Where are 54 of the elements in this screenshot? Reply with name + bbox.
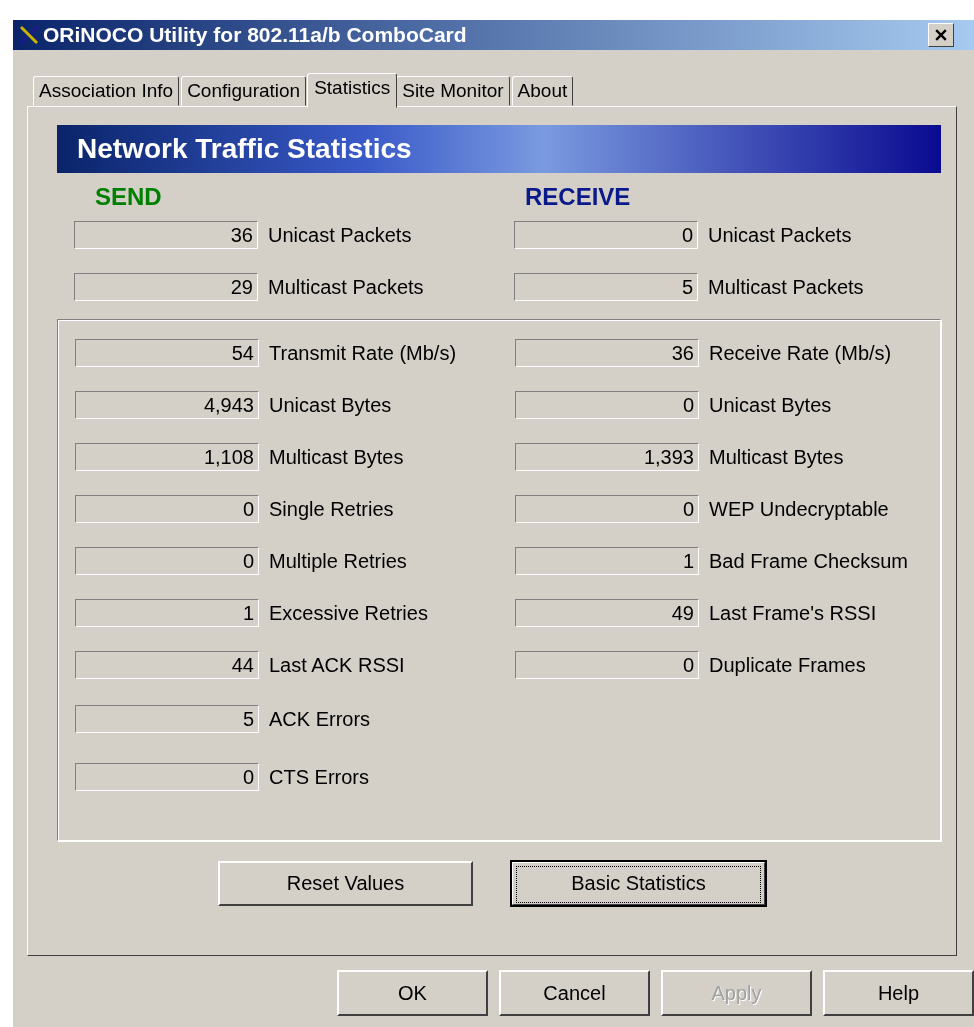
field-label: Multicast Bytes (709, 445, 844, 469)
field-label: Multicast Packets (268, 275, 424, 299)
field-label: Bad Frame Checksum (709, 549, 908, 573)
field-label: Excessive Retries (269, 601, 428, 625)
field-label: Transmit Rate (Mb/s) (269, 341, 457, 365)
tab[interactable]: Configuration (181, 76, 307, 106)
value-field: 0 (75, 763, 259, 791)
field-label: Unicast Packets (268, 223, 412, 247)
value-field: 1 (75, 599, 259, 627)
value-field: 4,943 (75, 391, 259, 419)
field-label: Unicast Bytes (269, 393, 392, 417)
value-field: 54 (75, 339, 259, 367)
value-field: 1,108 (75, 443, 259, 471)
value-field: 44 (75, 651, 259, 679)
tab[interactable]: About (511, 76, 574, 106)
field-label: Single Retries (269, 497, 394, 521)
field-label: Last ACK RSSI (269, 653, 405, 677)
dialog-button[interactable]: Cancel (499, 970, 650, 1016)
value-field: 0 (514, 221, 698, 249)
field-label: Receive Rate (Mb/s) (709, 341, 892, 365)
value-field: 0 (515, 651, 699, 679)
value-field: 49 (515, 599, 699, 627)
value-field: 36 (515, 339, 699, 367)
value-field: 1 (515, 547, 699, 575)
dialog-button[interactable]: Help (823, 970, 974, 1016)
value-field: 0 (515, 495, 699, 523)
tab[interactable]: Site Monitor (396, 76, 510, 106)
section-heading: SEND (95, 183, 163, 209)
push-button[interactable]: Reset Values (218, 861, 473, 906)
tab[interactable]: Statistics (307, 73, 398, 108)
value-field: 0 (75, 547, 259, 575)
field-label: Multiple Retries (269, 549, 407, 573)
field-label: Unicast Bytes (709, 393, 832, 417)
value-field: 0 (515, 391, 699, 419)
field-label: Duplicate Frames (709, 653, 866, 677)
value-field: 29 (74, 273, 258, 301)
value-field: 5 (75, 705, 259, 733)
dialog-button[interactable]: OK (337, 970, 488, 1016)
field-label: Unicast Packets (708, 223, 852, 247)
value-field: 0 (75, 495, 259, 523)
value-field: 1,393 (515, 443, 699, 471)
push-button[interactable]: Basic Statistics (511, 861, 766, 906)
field-label: Multicast Packets (708, 275, 864, 299)
section-heading: RECEIVE (525, 183, 632, 209)
field-label: Last Frame's RSSI (709, 601, 877, 625)
field-label: WEP Undecryptable (709, 497, 889, 521)
field-label: Multicast Bytes (269, 445, 404, 469)
tab[interactable]: Association Info (33, 76, 180, 106)
value-field: 36 (74, 221, 258, 249)
banner-title: Network Traffic Statistics (77, 133, 412, 165)
field-label: CTS Errors (269, 765, 369, 789)
field-label: ACK Errors (269, 707, 371, 731)
window-title: ORiNOCO Utility for 802.11a/b ComboCard (43, 23, 468, 47)
value-field: 5 (514, 273, 698, 301)
